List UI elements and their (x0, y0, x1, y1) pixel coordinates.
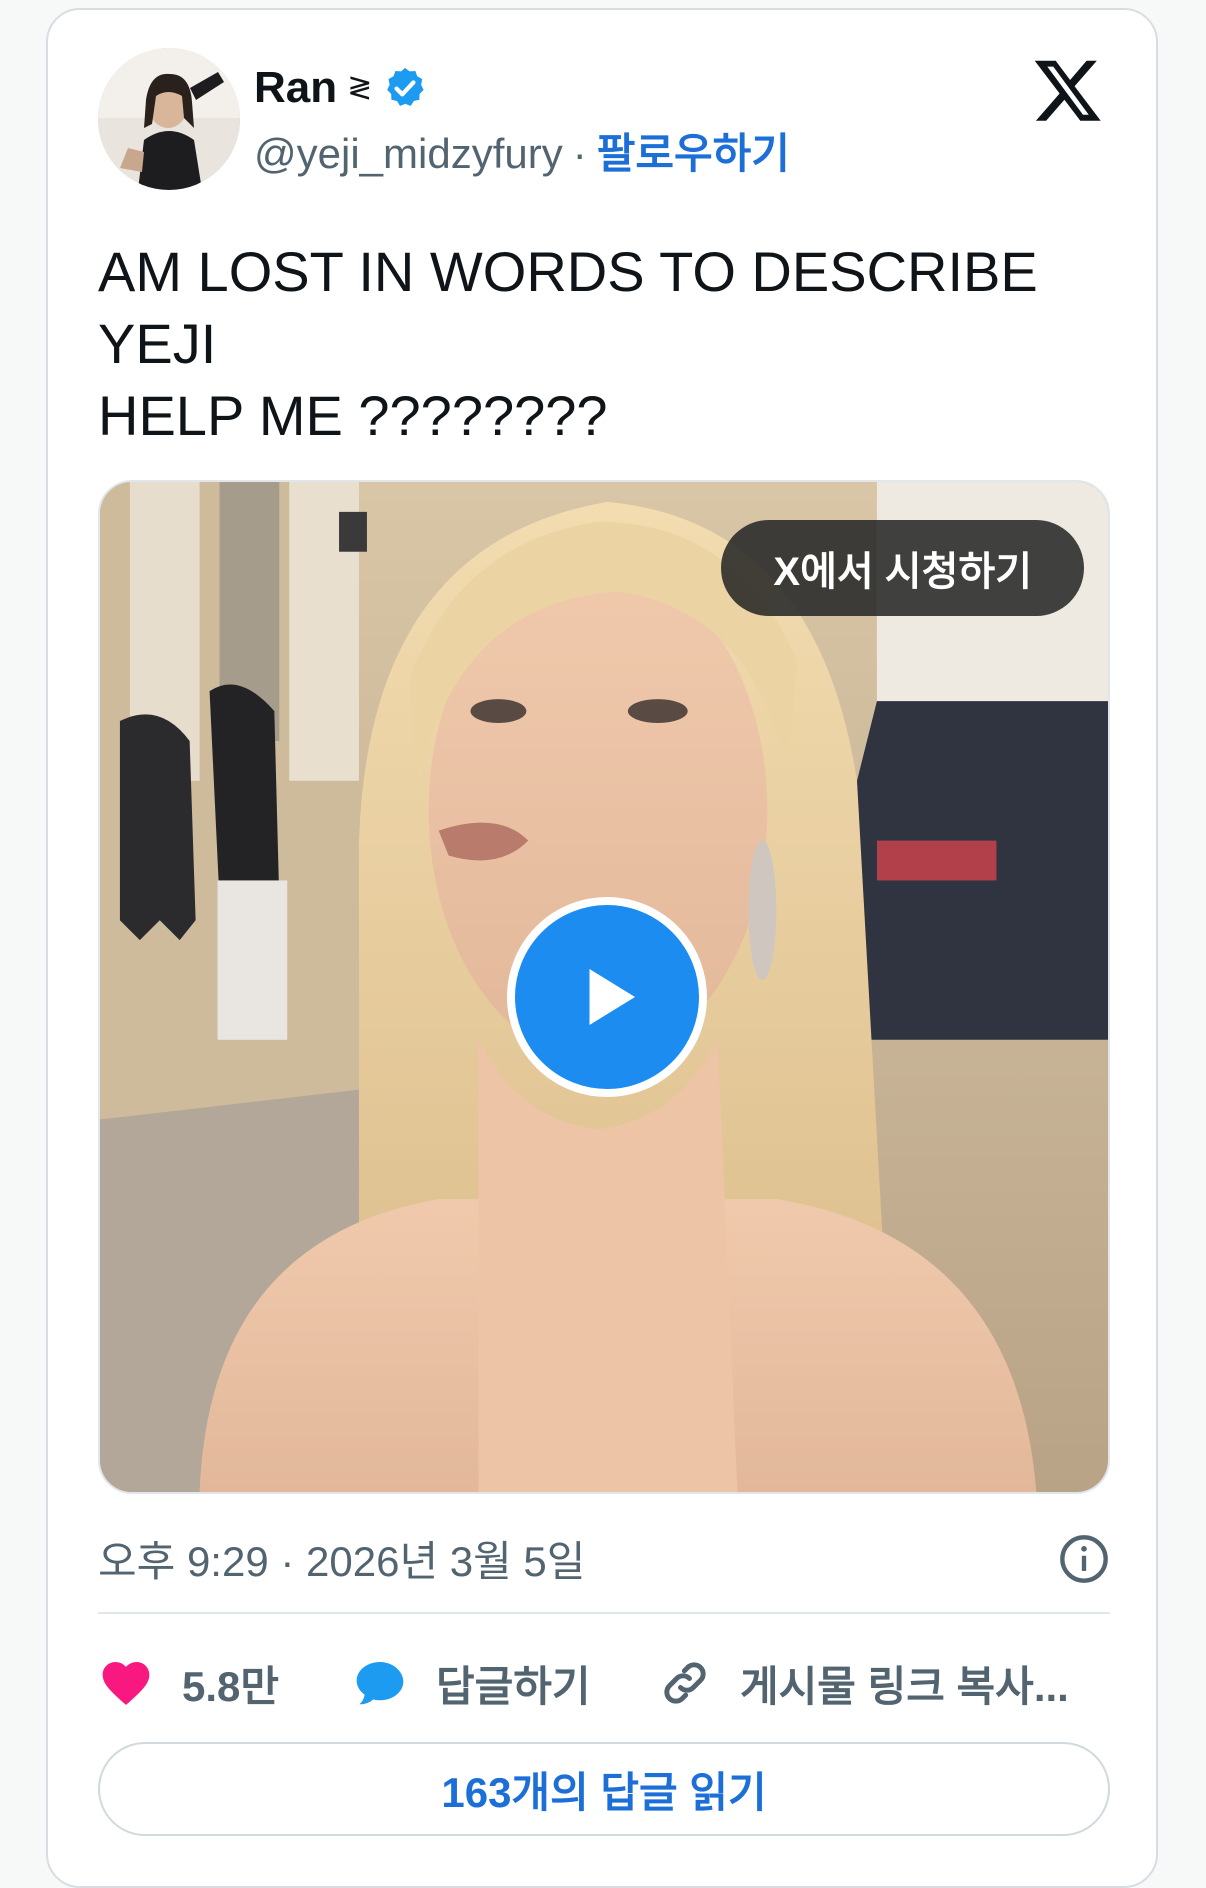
author-display-name[interactable]: Ran (254, 62, 337, 114)
info-icon[interactable] (1058, 1533, 1110, 1585)
author-name-symbol: ≷ (347, 71, 373, 104)
copy-link-label: 게시물 링크 복사... (740, 1662, 1069, 1710)
link-icon (664, 1662, 706, 1704)
tweet-text-line: AM LOST IN WORDS TO DESCRIBE (98, 240, 1038, 303)
copy-link-button[interactable]: 게시물 링크 복사... (658, 1653, 1069, 1714)
play-icon (589, 969, 635, 1025)
video-thumbnail[interactable]: X에서 시청하기 (98, 480, 1110, 1494)
follow-button[interactable]: 팔로우하기 (597, 128, 790, 180)
author-handle[interactable]: @yeji_midzyfury (254, 128, 563, 180)
like-button[interactable]: 5.8만 (98, 1653, 352, 1714)
tweet-text-line: YEJI (98, 312, 217, 375)
watch-on-x-button[interactable]: X에서 시청하기 (721, 520, 1084, 616)
tweet-timestamp[interactable]: 오후 9:29 · 2026년 3월 5일 (98, 1528, 585, 1589)
reply-button[interactable]: 답글하기 (352, 1653, 658, 1714)
tweet-meta-row: 오후 9:29 · 2026년 3월 5일 (98, 1528, 1110, 1589)
play-button[interactable] (507, 897, 707, 1097)
divider (98, 1612, 1110, 1614)
x-logo-icon[interactable] (1032, 54, 1104, 126)
action-bar: 5.8만 답글하기 게시물 링크 복사... (98, 1648, 1110, 1718)
author-name-row[interactable]: Ran ≷ (254, 62, 428, 114)
avatar[interactable] (98, 48, 240, 190)
like-count: 5.8만 (182, 1662, 280, 1710)
chat-bubble-icon (356, 1662, 404, 1705)
tweet-text-line: HELP ME ???????? (98, 384, 608, 447)
verified-badge-icon (387, 67, 424, 106)
author-handle-row: @yeji_midzyfury · 팔로우하기 (254, 128, 790, 180)
tweet-card: Ran ≷ @yeji_midzyfury · 팔로우하기 AM LOST IN… (46, 8, 1158, 1888)
read-replies-button[interactable]: 163개의 답글 읽기 (98, 1742, 1110, 1836)
avatar-image (98, 48, 240, 190)
reply-label: 답글하기 (436, 1662, 591, 1710)
tweet-text: AM LOST IN WORDS TO DESCRIBE YEJI HELP M… (98, 236, 1078, 452)
heart-icon (102, 1662, 150, 1705)
separator-dot: · (572, 130, 587, 177)
